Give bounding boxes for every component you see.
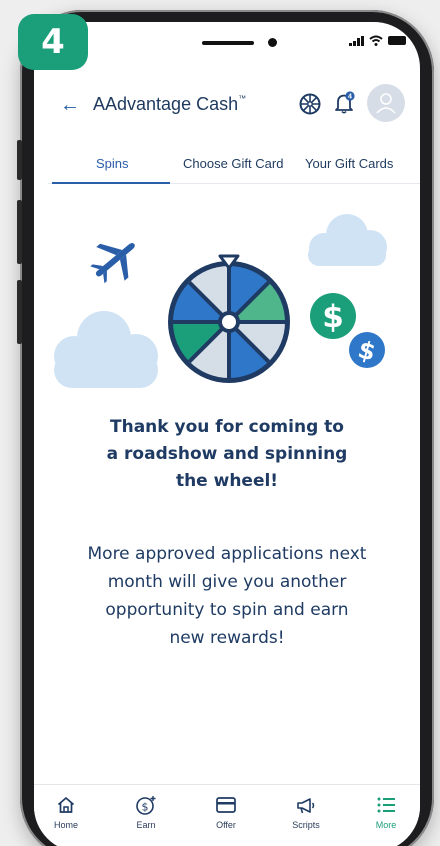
speaker-grille [202, 41, 254, 45]
nav-earn[interactable]: $ Earn [114, 793, 178, 830]
tab-your-gift-cards[interactable]: Your Gift Cards [305, 156, 393, 171]
notification-bell-icon[interactable]: 4 [334, 91, 356, 115]
status-icons [349, 35, 406, 46]
prize-wheel [168, 254, 290, 383]
tab-spins[interactable]: Spins [96, 156, 129, 171]
bottom-nav: Home $ Earn Offer Scripts More [34, 784, 420, 846]
nav-more-label: More [375, 820, 397, 830]
signal-icon [349, 35, 364, 46]
nav-offer[interactable]: Offer [194, 793, 258, 830]
list-icon [377, 797, 395, 813]
thank-you-heading: Thank you for coming to a roadshow and s… [54, 414, 400, 495]
mute-button [17, 140, 22, 180]
nav-earn-label: Earn [136, 820, 156, 830]
nav-home[interactable]: Home [34, 793, 98, 830]
volume-up-button [17, 200, 22, 264]
spin-wheel-icon[interactable] [298, 92, 322, 116]
megaphone-icon [297, 798, 315, 814]
wifi-icon [369, 35, 383, 46]
body-line-1: More approved applications next [87, 544, 367, 564]
spin-wheel-illustration: $ $ [54, 214, 387, 388]
status-bar [34, 22, 420, 72]
body-line-3: opportunity to spin and earn [105, 600, 349, 620]
dollar-coin-green-icon: $ [310, 293, 356, 339]
home-icon [57, 797, 75, 813]
heading-line-1: Thank you for coming to [110, 417, 344, 437]
avatar[interactable] [367, 84, 405, 122]
notification-count: 4 [348, 94, 352, 101]
airplane-icon [90, 242, 135, 284]
card-icon [216, 797, 236, 813]
more-applications-message: More approved applications next month wi… [52, 540, 402, 652]
cloud-right-icon [308, 214, 387, 266]
dollar-plus-icon: $ [136, 796, 156, 815]
body-line-2: month will give you another [107, 572, 347, 592]
trademark-mark: ™ [238, 94, 247, 103]
nav-scripts[interactable]: Scripts [274, 793, 338, 830]
dollar-coin-blue-icon: $ [349, 332, 385, 368]
nav-scripts-label: Scripts [292, 820, 320, 830]
heading-line-2: a roadshow and spinning [106, 444, 348, 464]
user-icon [376, 93, 396, 114]
front-camera [268, 38, 277, 47]
battery-icon [388, 36, 406, 45]
back-arrow-icon[interactable]: ← [60, 94, 80, 117]
svg-text:$: $ [322, 299, 344, 335]
volume-down-button [17, 280, 22, 344]
cloud-left-icon [54, 311, 158, 388]
tab-choose-gift-card[interactable]: Choose Gift Card [183, 156, 283, 171]
nav-home-label: Home [53, 820, 78, 830]
heading-line-3: the wheel! [175, 471, 279, 491]
nav-offer-label: Offer [216, 820, 236, 830]
phone-screen: ← AAdvantage Cash™ 4 Spins Choose Gift C… [34, 22, 420, 846]
nav-more[interactable]: More [354, 793, 418, 830]
app-header: ← AAdvantage Cash™ 4 [34, 84, 420, 128]
body-line-4: new rewards! [169, 628, 285, 648]
active-tab-indicator [52, 182, 170, 184]
app-title-text: AAdvantage Cash [93, 94, 239, 114]
svg-text:$: $ [142, 801, 149, 814]
step-number-badge: 4 [18, 14, 88, 70]
tab-bar: Spins Choose Gift Card Your Gift Cards [48, 150, 420, 184]
app-title: AAdvantage Cash™ [93, 94, 246, 115]
